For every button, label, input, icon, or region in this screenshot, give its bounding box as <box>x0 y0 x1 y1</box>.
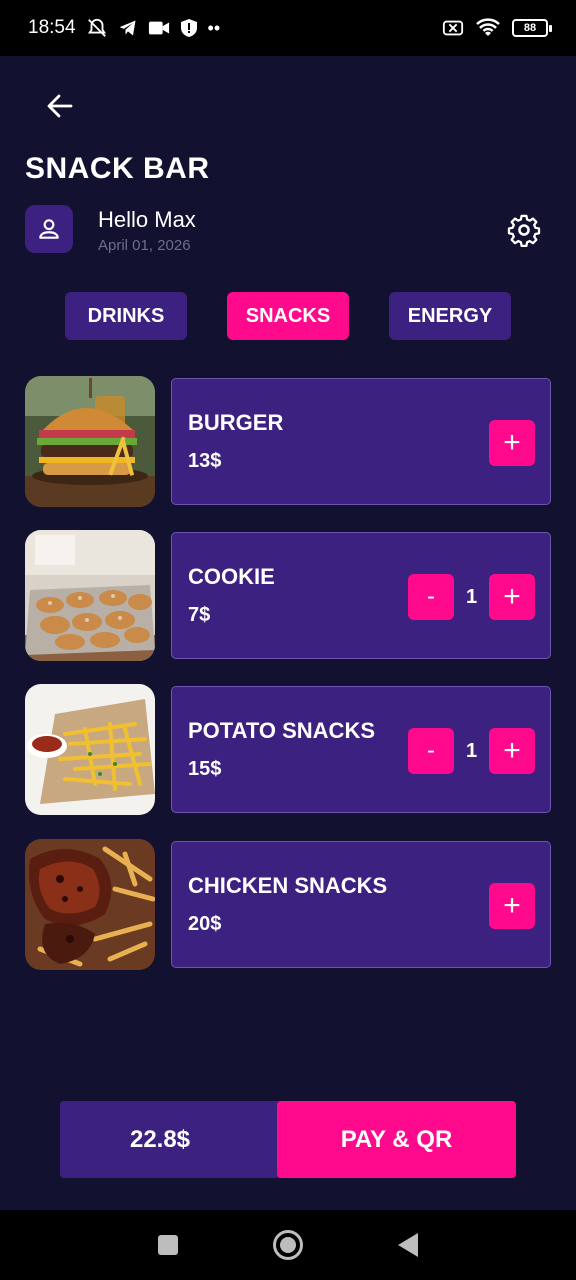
remove-button[interactable]: - <box>408 728 454 774</box>
user-icon <box>39 219 59 239</box>
item-price: 15$ <box>188 758 222 780</box>
chicken-image <box>25 839 155 970</box>
cookie-image <box>25 530 155 661</box>
tab-energy[interactable]: ENERGY <box>389 292 511 340</box>
tab-snacks[interactable]: SNACKS <box>227 292 349 340</box>
item-name: COOKIE <box>188 564 275 589</box>
total-value: 22.8$ <box>129 1125 191 1153</box>
shield-icon <box>180 19 197 37</box>
fries-image <box>25 684 155 815</box>
checkout-bar: 22.8$ PAY & QR <box>60 1101 516 1178</box>
list-item: CHICKEN SNACKS 20$ + <box>25 839 551 970</box>
item-card: CHICKEN SNACKS 20$ + <box>171 841 551 968</box>
system-nav-bar <box>0 1210 576 1280</box>
quantity-value: 1 <box>465 739 478 762</box>
greeting-text: Hello Max <box>98 207 196 232</box>
list-item: BURGER 13$ + <box>25 376 551 507</box>
battery-icon: 88 <box>512 19 552 37</box>
arrow-left-icon <box>47 94 73 118</box>
more-dots-icon: •• <box>207 17 221 38</box>
back-triangle-icon[interactable] <box>398 1233 418 1257</box>
total-amount: 22.8$ <box>60 1101 300 1178</box>
page-title: SNACK BAR <box>25 152 210 185</box>
pay-qr-button[interactable]: PAY & QR <box>277 1101 516 1178</box>
burger-image <box>25 376 155 507</box>
category-tabs: DRINKS SNACKS ENERGY <box>0 292 576 340</box>
quantity-value: 1 <box>465 585 478 608</box>
add-button[interactable]: + <box>489 574 535 620</box>
status-time: 18:54 <box>28 17 76 38</box>
item-price: 20$ <box>188 913 222 935</box>
remove-button[interactable]: - <box>408 574 454 620</box>
video-icon <box>148 21 169 35</box>
user-header: Hello Max April 01, 2026 <box>25 205 551 255</box>
item-card: POTATO SNACKS 15$ - 1 + <box>171 686 551 813</box>
add-button[interactable]: + <box>489 420 535 466</box>
list-item: POTATO SNACKS 15$ - 1 + <box>25 684 551 815</box>
battery-level: 88 <box>523 22 537 34</box>
sim-off-icon <box>442 20 464 36</box>
date-text: April 01, 2026 <box>98 237 191 254</box>
wifi-icon <box>476 18 500 36</box>
mute-icon <box>87 18 106 37</box>
gear-icon[interactable] <box>507 213 541 247</box>
item-name: POTATO SNACKS <box>188 718 376 743</box>
add-button[interactable]: + <box>489 728 535 774</box>
item-price: 7$ <box>188 604 211 626</box>
telegram-icon <box>119 20 136 36</box>
status-bar: 18:54 •• 88 <box>0 0 576 56</box>
item-price: 13$ <box>188 450 222 472</box>
item-name: CHICKEN SNACKS <box>188 873 388 898</box>
item-card: COOKIE 7$ - 1 + <box>171 532 551 659</box>
item-name: BURGER <box>188 410 284 435</box>
recents-icon[interactable] <box>158 1235 178 1255</box>
list-item: COOKIE 7$ - 1 + <box>25 530 551 661</box>
add-button[interactable]: + <box>489 883 535 929</box>
tab-drinks[interactable]: DRINKS <box>65 292 187 340</box>
back-button[interactable] <box>40 86 80 126</box>
item-card: BURGER 13$ + <box>171 378 551 505</box>
home-icon[interactable] <box>273 1230 303 1260</box>
avatar[interactable] <box>25 205 73 253</box>
